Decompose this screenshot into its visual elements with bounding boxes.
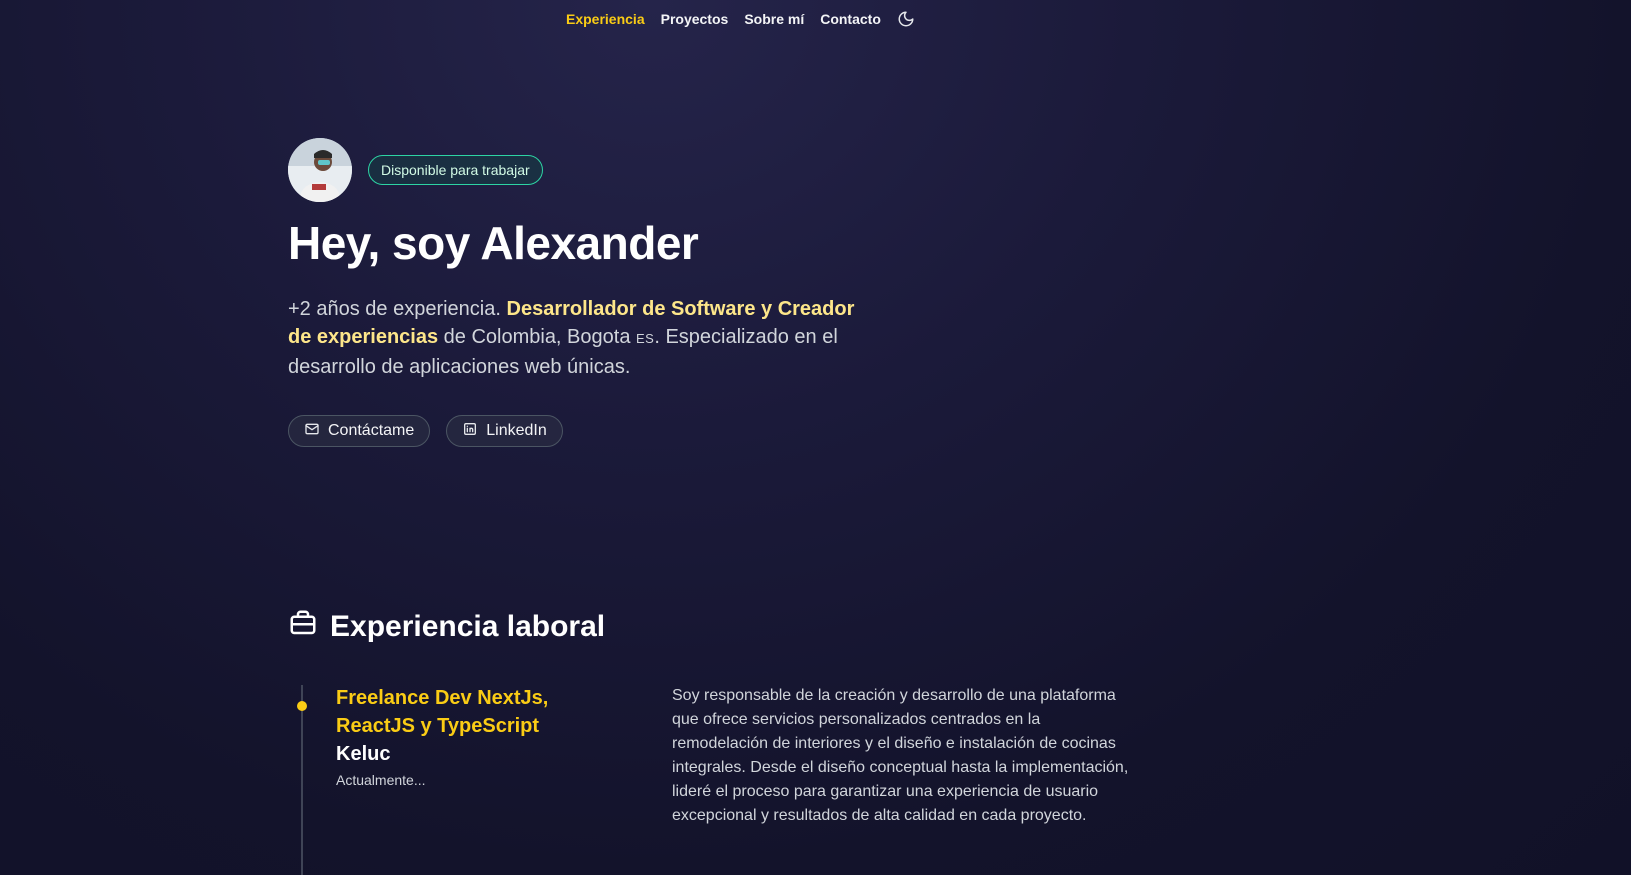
timeline-line: [301, 685, 303, 875]
mail-icon: [304, 421, 320, 442]
hero-title: Hey, soy Alexander: [288, 217, 699, 269]
hero-top: Disponible para trabajar: [288, 138, 888, 202]
contact-button[interactable]: Contáctame: [288, 415, 431, 448]
experience-section-title: Experiencia laboral: [288, 608, 605, 646]
section-title-text: Experiencia laboral: [330, 609, 606, 643]
timeline-dot: [297, 701, 307, 711]
top-nav: Experiencia Proyectos Sobre mí Contacto: [566, 10, 915, 28]
hero-buttons: Contáctame LinkedIn: [288, 415, 888, 448]
linkedin-button-label: LinkedIn: [486, 422, 547, 440]
availability-badge: Disponible para trabajar: [368, 155, 543, 185]
job-title: Freelance Dev NextJs, ReactJS y TypeScri…: [336, 687, 549, 737]
job-description: Soy responsable de la creación y desarro…: [672, 687, 1129, 824]
nav-item-contacto[interactable]: Contacto: [820, 11, 881, 27]
moon-icon[interactable]: [897, 10, 915, 28]
intro-prefix: +2 años de experiencia.: [288, 298, 507, 321]
intro-middle: de Colombia, Bogota: [438, 326, 636, 349]
linkedin-button[interactable]: LinkedIn: [446, 415, 563, 448]
briefcase-icon: [288, 608, 318, 646]
flag-es: ES: [636, 331, 655, 347]
hero-intro: +2 años de experiencia. Desarrollador de…: [288, 295, 878, 381]
avatar: [288, 138, 352, 202]
hero-section: Disponible para trabajar Hey, soy Alexan…: [288, 138, 888, 448]
job-date: Actualmente...: [336, 772, 426, 788]
job-company: Keluc: [336, 743, 391, 765]
job-header: Freelance Dev NextJs, ReactJS y TypeScri…: [336, 684, 606, 788]
linkedin-icon: [462, 421, 478, 442]
nav-item-sobre-mi[interactable]: Sobre mí: [744, 11, 804, 27]
contact-button-label: Contáctame: [328, 422, 415, 440]
nav-item-experiencia[interactable]: Experiencia: [566, 11, 645, 27]
nav-item-proyectos[interactable]: Proyectos: [661, 11, 729, 27]
